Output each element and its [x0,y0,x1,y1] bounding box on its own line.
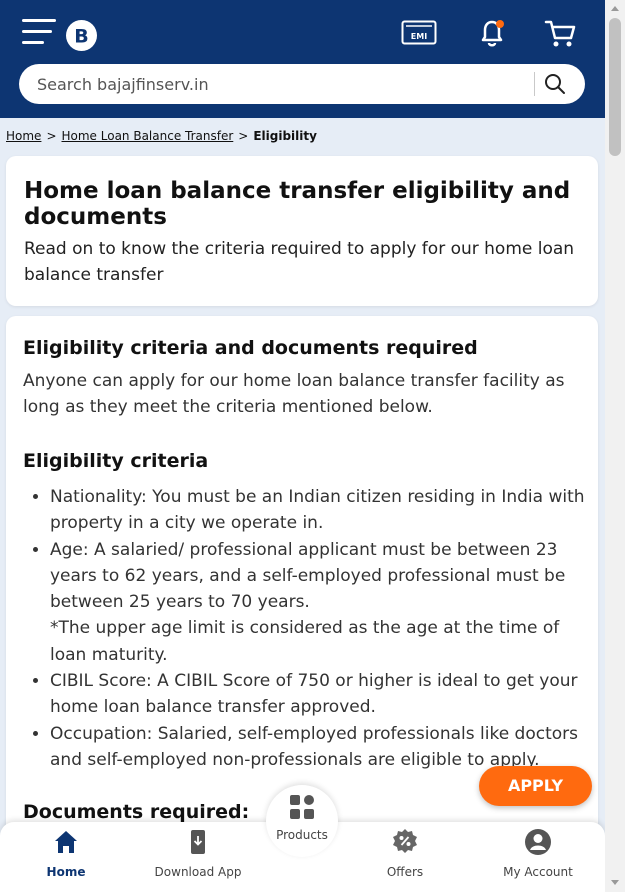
offer-badge-icon [393,829,417,853]
nav-products[interactable]: Products [266,785,338,857]
page-title: Home loan balance transfer eligibility a… [24,178,571,230]
brand-logo[interactable]: B [66,20,97,51]
nav-download-app-label: Download App [154,865,242,879]
page-subtitle: Read on to know the criteria required to… [24,239,575,285]
scroll-down-arrow-icon[interactable] [611,880,619,885]
eligibility-heading: Eligibility criteria and documents requi… [23,337,478,359]
nav-offers[interactable]: Offers [350,822,460,892]
notification-bell-icon[interactable] [475,18,511,48]
nav-my-account[interactable]: My Account [483,822,593,892]
emi-label: EMI [411,32,427,41]
criteria-heading: Eligibility criteria [23,450,209,472]
nav-offers-label: Offers [386,865,424,879]
page: B EMI Search bajajfinserv.in Home > Home… [0,0,605,892]
breadcrumb-separator: > [238,129,249,143]
breadcrumb-home[interactable]: Home [6,129,41,143]
criteria-age: Age: A salaried/ professional applicant … [50,537,590,668]
scroll-up-arrow-icon[interactable] [611,6,619,11]
intro-card: Home loan balance transfer eligibility a… [6,156,598,306]
page-scrollbar[interactable] [605,0,625,892]
breadcrumb-current: Eligibility [253,129,317,143]
logo-letter: B [74,26,88,48]
search-icon[interactable] [543,72,567,96]
home-icon [55,831,77,853]
criteria-age-note: *The upper age limit is considered as th… [50,618,560,665]
site-header: B EMI [0,0,605,118]
nav-download-app[interactable]: Download App [143,822,253,892]
criteria-list: Nationality: You must be an Indian citiz… [50,484,590,773]
criteria-age-text: Age: A salaried/ professional applicant … [50,539,566,613]
nav-home-label: Home [46,865,86,879]
criteria-cibil: CIBIL Score: A CIBIL Score of 750 or hig… [50,668,590,721]
search-bar [19,64,585,104]
eligibility-intro: Anyone can apply for our home loan balan… [23,371,565,417]
breadcrumb-home-loan-balance-transfer[interactable]: Home Loan Balance Transfer [62,129,234,143]
scrollbar-thumb[interactable] [609,18,621,156]
search-divider [534,72,535,96]
apply-button[interactable]: APPLY [479,766,592,806]
user-icon [525,829,551,855]
notification-dot [496,20,504,28]
documents-heading: Documents required: [23,801,250,823]
nav-my-account-label: My Account [503,865,573,879]
nav-products-label: Products [276,828,328,842]
emi-calculator-icon[interactable]: EMI [401,18,437,48]
cart-icon[interactable] [544,18,580,48]
breadcrumb: Home > Home Loan Balance Transfer > Eligibil… [6,129,317,143]
breadcrumb-separator: > [46,129,57,143]
criteria-nationality: Nationality: You must be an Indian citiz… [50,484,590,537]
nav-home[interactable]: Home [11,822,121,892]
search-input[interactable] [37,64,537,104]
phone-download-icon [191,830,205,854]
grid-icon [290,795,314,819]
menu-icon[interactable] [22,19,56,45]
